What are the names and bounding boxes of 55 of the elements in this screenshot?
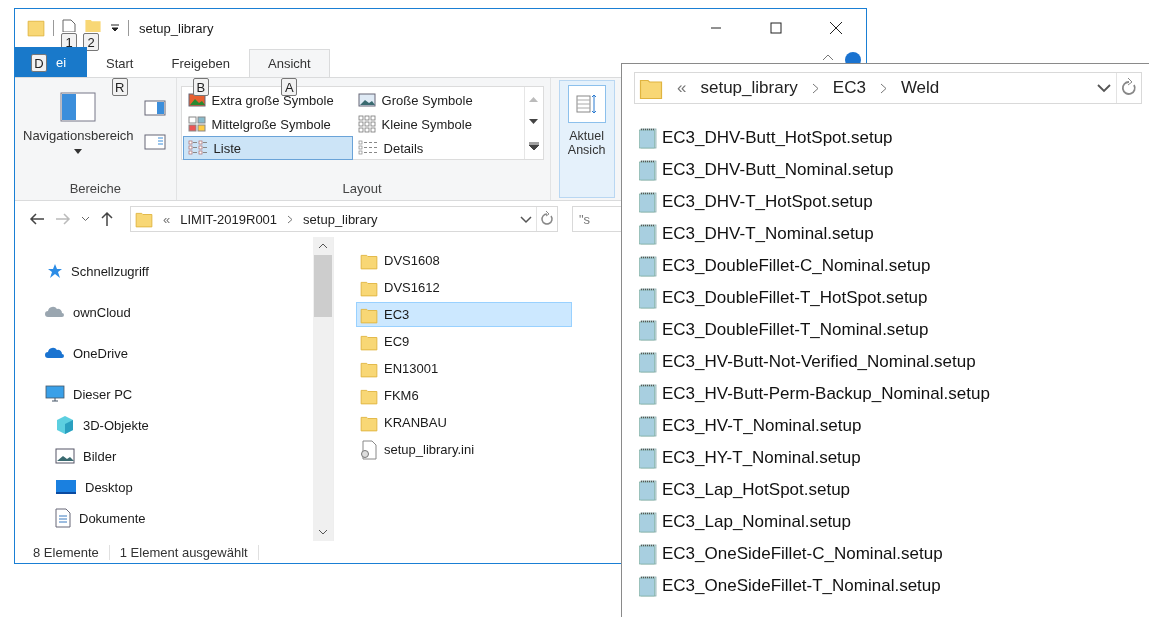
file-item[interactable]: DVS1608: [356, 248, 572, 273]
breadcrumb[interactable]: setup_library: [700, 78, 798, 98]
file-item[interactable]: EC3_DoubleFillet-T_HotSpot.setup: [638, 282, 1148, 314]
overflow-chevron[interactable]: «: [163, 211, 171, 227]
layout-option[interactable]: Liste: [182, 136, 353, 160]
status-text: 8 Elemente: [33, 544, 110, 560]
nav-pane-item[interactable]: 3D-Objekte: [15, 413, 313, 437]
nav-pane-item[interactable]: ownCloud: [15, 300, 313, 324]
breadcrumb[interactable]: setup_library: [303, 211, 378, 227]
file-item[interactable]: setup_library.ini: [356, 437, 572, 462]
file-item[interactable]: DVS1612: [356, 275, 572, 300]
layout-option[interactable]: Details: [352, 136, 523, 160]
group-label: Bereiche: [68, 179, 122, 198]
file-item[interactable]: EC3_DoubleFillet-C_Nominal.setup: [638, 250, 1148, 282]
file-item[interactable]: EC9: [356, 329, 572, 354]
status-text: 1 Element ausgewählt: [109, 544, 259, 560]
layout-option[interactable]: Mittelgroße Symbole: [182, 112, 353, 136]
current-view-button[interactable]: Aktuel Ansich: [558, 80, 615, 198]
address-bar[interactable]: « LIMIT-2019R001 setup_library: [130, 206, 558, 232]
file-item[interactable]: EC3_OneSideFillet-T_Nominal.setup: [638, 570, 1148, 602]
file-item[interactable]: FKM6: [356, 383, 572, 408]
file-item[interactable]: EC3_Lap_Nominal.setup: [638, 506, 1148, 538]
breadcrumb[interactable]: EC3: [832, 78, 866, 98]
file-item[interactable]: EC3: [356, 302, 572, 327]
keytip: A: [281, 78, 298, 96]
ribbon-tab[interactable]: Start: [87, 49, 153, 77]
nav-pane-item[interactable]: Schnellzugriff: [15, 259, 313, 283]
file-item[interactable]: EC3_HV-Butt-Perm-Backup_Nominal.setup: [638, 378, 1148, 410]
file-item[interactable]: EC3_Lap_HotSpot.setup: [638, 474, 1148, 506]
overflow-chevron[interactable]: «: [677, 78, 687, 98]
nav-pane-item[interactable]: Dieser PC: [15, 382, 313, 406]
breadcrumb[interactable]: LIMIT-2019R001: [180, 211, 278, 227]
file-item[interactable]: EC3_DHV-Butt_HotSpot.setup: [638, 122, 1148, 154]
keytip: 2: [83, 33, 99, 51]
nav-pane-item[interactable]: Desktop: [15, 475, 313, 499]
keytip: D: [31, 54, 47, 72]
file-item[interactable]: EC3_HV-Butt-Not-Verified_Nominal.setup: [638, 346, 1148, 378]
nav-pane-item[interactable]: Bilder: [15, 444, 313, 468]
nav-pane-item[interactable]: Dokumente: [15, 506, 313, 530]
window-title: setup_library: [139, 20, 214, 36]
address-bar[interactable]: « setup_library EC3 Weld: [634, 72, 1142, 104]
group-label: Layout: [341, 179, 383, 198]
ribbon-tab[interactable]: Freigeben: [152, 49, 249, 77]
file-item[interactable]: EN13001: [356, 356, 572, 381]
layout-option[interactable]: Große Symbole: [352, 88, 523, 112]
file-item[interactable]: EC3_DoubleFillet-T_Nominal.setup: [638, 314, 1148, 346]
layout-option[interactable]: Kleine Symbole: [352, 112, 523, 136]
file-item[interactable]: EC3_HY-T_Nominal.setup: [638, 442, 1148, 474]
nav-pane-item[interactable]: OneDrive: [15, 341, 313, 365]
file-item[interactable]: KRANBAU: [356, 410, 572, 435]
ribbon-tab[interactable]: Ansicht: [249, 49, 330, 77]
file-item[interactable]: EC3_HV-T_Nominal.setup: [638, 410, 1148, 442]
breadcrumb[interactable]: Weld: [900, 78, 940, 98]
file-item[interactable]: EC3_OneSideFillet-C_Nominal.setup: [638, 538, 1148, 570]
file-item[interactable]: EC3_DHV-Butt_Nominal.setup: [638, 154, 1148, 186]
